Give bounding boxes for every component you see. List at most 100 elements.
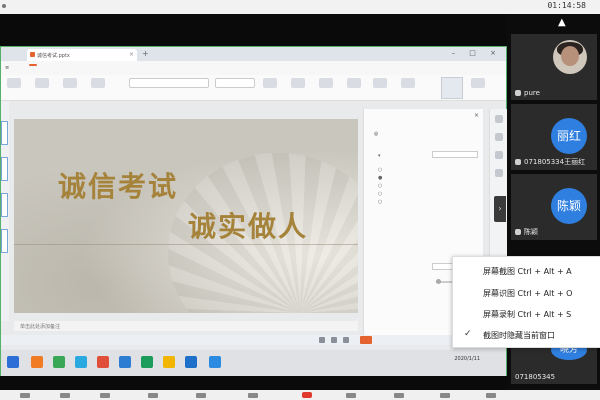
slide-thumbnail[interactable] [1, 121, 8, 145]
meeting-app-icon[interactable] [185, 356, 197, 368]
fill-option-radio[interactable]: ○ [378, 183, 382, 189]
transparency-slider-knob[interactable] [436, 279, 441, 284]
fill-option-radio[interactable]: ○ [378, 167, 382, 173]
paste-icon[interactable] [7, 78, 21, 88]
slide-canvas[interactable]: 诚信考试 诚实做人 [14, 119, 358, 313]
collapse-panel-button[interactable]: › [494, 196, 506, 222]
screenshot-context-menu: 屏幕截图 Ctrl + Alt + A 屏幕识图 Ctrl + Alt + O … [452, 256, 600, 348]
fullscreen-icon[interactable] [486, 393, 496, 398]
notes-pane[interactable]: 单击此处添加备注 [14, 321, 358, 331]
close-panel-icon[interactable]: × [474, 112, 479, 119]
mic-icon[interactable] [20, 393, 30, 398]
participant-avatar: 陈颖 [551, 188, 587, 224]
more-icon[interactable] [440, 393, 450, 398]
ribbon-toolbar [1, 75, 506, 101]
menu-item-screen-recognize[interactable]: 屏幕识图 Ctrl + Alt + O [483, 288, 572, 299]
format-icon[interactable] [91, 78, 105, 88]
participant-name: 071805334王丽红 [524, 158, 586, 166]
taskbar-date: 2020/1/11 [454, 356, 480, 362]
collapse-participants-icon[interactable]: ▲ [558, 17, 566, 28]
share-icon[interactable] [100, 393, 110, 398]
meeting-toolbar [0, 390, 600, 400]
menu-item-screen-capture[interactable]: 屏幕截图 Ctrl + Alt + A [483, 266, 572, 277]
settings-icon[interactable] [346, 393, 356, 398]
new-tab-icon[interactable]: + [142, 49, 149, 58]
fill-section-header: ▾ [378, 153, 381, 159]
textbox-icon[interactable] [347, 78, 361, 88]
settings-icon[interactable] [495, 169, 503, 177]
app-icon[interactable] [119, 356, 131, 368]
animation-icon[interactable] [495, 133, 503, 141]
smart-beautify-button[interactable] [441, 77, 463, 99]
app-icon[interactable] [97, 356, 109, 368]
participant-tile[interactable]: 丽红 071805334王丽红 [511, 104, 597, 170]
status-bar [1, 335, 506, 345]
document-tab[interactable]: 诚信考试.pptx × [27, 49, 137, 61]
layout-icon[interactable] [63, 78, 77, 88]
menu-icon[interactable]: ≡ [5, 65, 9, 71]
participant-tile[interactable]: pure [511, 34, 597, 100]
slide-thumbnail[interactable] [1, 229, 8, 253]
sorter-view-icon[interactable] [331, 337, 337, 343]
app-icon[interactable] [209, 356, 221, 368]
menu-item-hide-window[interactable]: 截图时隐藏当前窗口 [483, 330, 555, 341]
transition-icon[interactable] [495, 151, 503, 159]
document-tab-bar: 诚信考试.pptx × + – □ × [1, 47, 506, 61]
camera-icon[interactable] [60, 393, 70, 398]
start-menu-icon[interactable] [7, 356, 19, 368]
top-status-bar: 01:14:58 [0, 0, 600, 14]
slide-thumbnail[interactable] [1, 193, 8, 217]
slide-thumbnail[interactable] [1, 157, 8, 181]
record-icon[interactable] [148, 393, 158, 398]
chrome-icon[interactable] [53, 356, 65, 368]
replace-icon[interactable] [401, 78, 415, 88]
mic-icon [515, 229, 521, 235]
slide-title-line-2[interactable]: 诚实做人 [188, 205, 308, 245]
members-icon[interactable] [248, 393, 258, 398]
mic-icon [515, 159, 521, 165]
ppt-file-icon [30, 52, 35, 57]
font-size-select[interactable] [215, 78, 255, 88]
menu-item-screen-record[interactable]: 屏幕录制 Ctrl + Alt + S [483, 309, 571, 320]
fill-color-select[interactable] [432, 151, 478, 158]
fill-option-radio[interactable]: ○ [378, 191, 382, 197]
new-slide-icon[interactable] [35, 78, 49, 88]
play-slideshow-button[interactable] [360, 336, 372, 344]
os-taskbar: 2020/1/11 [1, 350, 506, 376]
slide-thumbnail-pane [1, 101, 9, 321]
font-select[interactable] [129, 78, 209, 88]
window-controls[interactable]: – □ × [452, 49, 502, 57]
app-icon[interactable] [141, 356, 153, 368]
chat-icon[interactable] [196, 393, 206, 398]
shape-icon[interactable] [291, 78, 305, 88]
participant-tile[interactable]: 陈颖 陈颖 [511, 174, 597, 240]
folder-icon[interactable] [163, 356, 175, 368]
document-tab-title: 诚信考试.pptx [37, 53, 70, 59]
menu-icon[interactable] [2, 4, 6, 8]
slide-title-line-1[interactable]: 诚信考试 [58, 165, 178, 205]
fill-option-radio[interactable]: ● [378, 175, 382, 181]
end-meeting-button[interactable] [302, 392, 312, 398]
participant-name: 071805345 [515, 373, 556, 381]
participant-avatar: 丽红 [551, 118, 587, 154]
arrange-icon[interactable] [319, 78, 333, 88]
checkmark-icon: ✓ [464, 329, 472, 339]
participant-avatar-photo [553, 40, 587, 74]
reading-view-icon[interactable] [343, 337, 349, 343]
browser-icon[interactable] [31, 356, 43, 368]
normal-view-icon[interactable] [319, 337, 325, 343]
find-icon[interactable] [373, 78, 387, 88]
meeting-clock: 01:14:58 [547, 1, 586, 10]
tab-start[interactable] [29, 64, 37, 66]
meeting-window: 01:14:58 诚信考试.pptx × + – □ × ≡ 诚信考试 诚实做人… [0, 0, 600, 400]
avatar-face [561, 46, 579, 66]
fill-option-radio[interactable]: ○ [378, 199, 382, 205]
present-icon[interactable] [471, 78, 485, 88]
app-icon[interactable] [75, 356, 87, 368]
layout-icon[interactable] [394, 393, 404, 398]
text-align-icon[interactable] [263, 78, 277, 88]
properties-icon[interactable] [495, 115, 503, 123]
panel-tab-fill[interactable]: ◎ [374, 131, 378, 137]
mic-icon [515, 90, 521, 96]
close-tab-icon[interactable]: × [129, 51, 134, 58]
